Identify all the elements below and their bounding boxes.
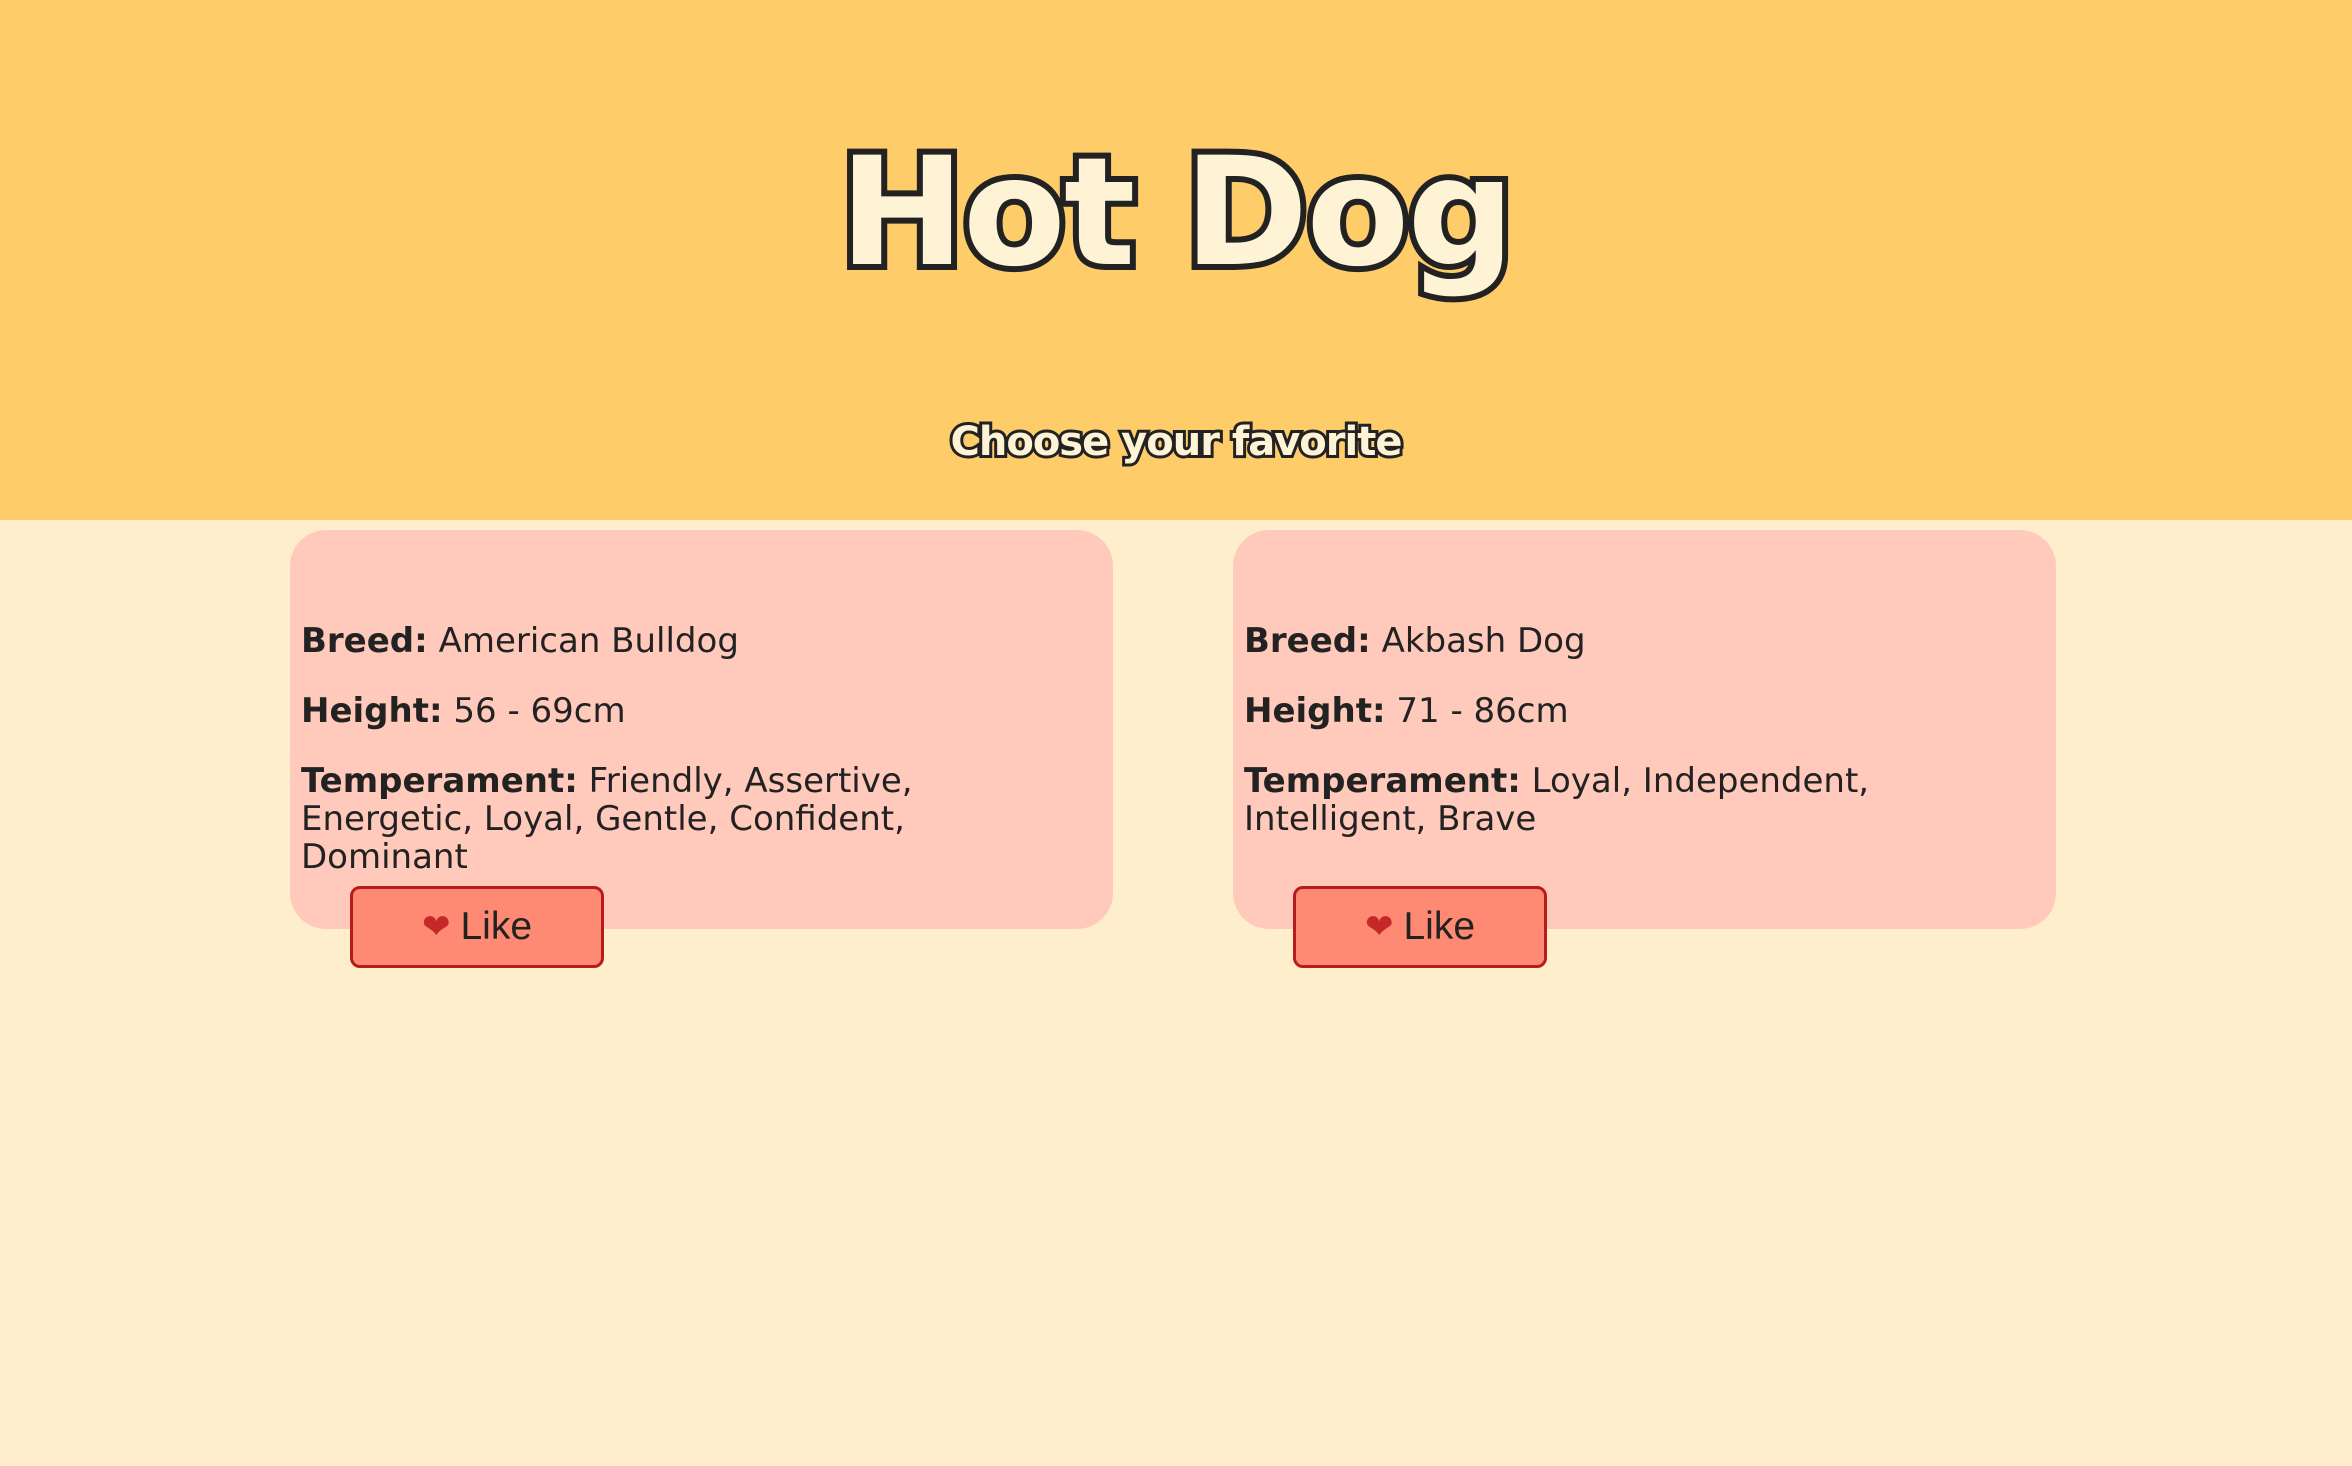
breed-label: Breed: bbox=[1244, 621, 1371, 661]
temperament-label: Temperament: bbox=[1244, 761, 1521, 801]
like-label: Like bbox=[1403, 905, 1476, 948]
heart-icon: ❤ bbox=[421, 908, 451, 946]
height-field: Height: 71 - 86cm bbox=[1244, 692, 1569, 730]
breed-field: Breed: Akbash Dog bbox=[1244, 622, 1586, 660]
temperament-field: Temperament: Loyal, Independent, Intelli… bbox=[1244, 762, 2024, 838]
breed-value: American Bulldog bbox=[438, 621, 739, 661]
page-header: Hot Dog Choose your favorite bbox=[0, 0, 2352, 520]
dog-card: Breed: American Bulldog Height: 56 - 69c… bbox=[290, 530, 1113, 968]
temperament-field: Temperament: Friendly, Assertive, Energe… bbox=[301, 762, 1081, 876]
temperament-label: Temperament: bbox=[301, 761, 578, 801]
height-value: 71 - 86cm bbox=[1396, 691, 1569, 731]
like-label: Like bbox=[460, 905, 533, 948]
like-button[interactable]: ❤ Like bbox=[1293, 886, 1547, 968]
height-label: Height: bbox=[301, 691, 443, 731]
heart-icon: ❤ bbox=[1364, 908, 1394, 946]
height-value: 56 - 69cm bbox=[453, 691, 626, 731]
page-title: Hot Dog bbox=[833, 120, 1520, 306]
dog-card: Breed: Akbash Dog Height: 71 - 86cm Temp… bbox=[1233, 530, 2056, 968]
breed-label: Breed: bbox=[301, 621, 428, 661]
breed-value: Akbash Dog bbox=[1381, 621, 1586, 661]
page-subtitle: Choose your favorite bbox=[948, 416, 1406, 468]
height-field: Height: 56 - 69cm bbox=[301, 692, 626, 730]
height-label: Height: bbox=[1244, 691, 1386, 731]
like-button[interactable]: ❤ Like bbox=[350, 886, 604, 968]
breed-field: Breed: American Bulldog bbox=[301, 622, 739, 660]
